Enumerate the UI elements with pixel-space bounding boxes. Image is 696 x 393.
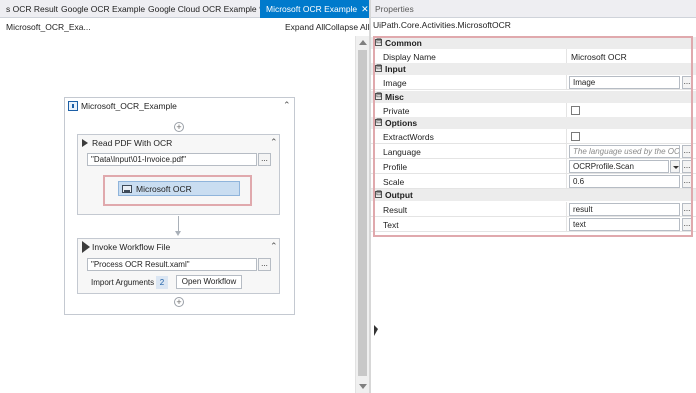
arguments-count-badge: 2 — [156, 276, 168, 289]
expand-all-link[interactable]: Expand All — [285, 22, 325, 32]
designer-header: Microsoft_OCR_Exa... Expand All Collapse… — [0, 18, 370, 36]
import-arguments-button[interactable]: Import Arguments — [91, 278, 154, 287]
browse-button[interactable]: ... — [258, 258, 271, 271]
collapse-icon[interactable]: ⌃ — [270, 241, 278, 252]
tab-google-ocr-example[interactable]: Google OCR Example — [55, 0, 151, 18]
microsoft-ocr-activity[interactable]: Microsoft OCR — [118, 181, 240, 196]
sequence-title: Microsoft_OCR_Example — [81, 101, 177, 111]
browse-button[interactable]: ... — [258, 153, 271, 166]
breadcrumb[interactable]: Microsoft_OCR_Exa... — [6, 22, 91, 32]
scrollbar-thumb[interactable] — [358, 50, 367, 376]
highlight-frame — [373, 36, 693, 237]
activity-title: Read PDF With OCR — [92, 138, 173, 148]
mouse-cursor-icon — [374, 325, 378, 336]
invoke-icon — [82, 241, 90, 253]
open-workflow-button[interactable]: Open Workflow — [176, 275, 242, 289]
designer-scrollbar[interactable] — [355, 36, 369, 393]
scroll-down-icon[interactable] — [359, 384, 367, 389]
activity-header: Invoke Workflow File ⌃ — [78, 239, 279, 254]
collapse-icon[interactable]: ⌃ — [270, 137, 278, 148]
tab-microsoft-ocr-example[interactable]: Microsoft OCR Example ✕ — [260, 0, 375, 18]
file-path-input[interactable]: "Data\Input\01-Invoice.pdf" — [87, 153, 257, 166]
properties-title-bar: Properties — [371, 0, 696, 18]
panel-title: Properties — [375, 4, 414, 14]
activity-type-label: UiPath.Core.Activities.MicrosoftOCR — [373, 20, 511, 30]
activity-title: Microsoft OCR — [136, 184, 192, 194]
add-activity-icon[interactable]: + — [174, 297, 184, 307]
document-tab-bar: s OCR Result Google OCR Example Google C… — [0, 0, 375, 18]
scroll-up-icon[interactable] — [359, 40, 367, 45]
activity-title: Invoke Workflow File — [92, 242, 171, 252]
workflow-file-input[interactable]: "Process OCR Result.xaml" — [87, 258, 257, 271]
ocr-icon — [122, 185, 132, 193]
add-activity-icon[interactable]: + — [174, 122, 184, 132]
collapse-icon[interactable]: ⌃ — [283, 100, 291, 111]
close-icon[interactable]: ✕ — [361, 4, 369, 14]
sequence-header: Microsoft_OCR_Example ⌃ — [65, 98, 294, 114]
sequence-icon — [68, 101, 78, 111]
tab-google-cloud-ocr-example[interactable]: Google Cloud OCR Example * — [142, 0, 268, 18]
activity-header: Read PDF With OCR ⌃ — [78, 135, 279, 150]
connector-arrow-icon — [175, 231, 181, 236]
activity-icon — [82, 139, 88, 147]
collapse-all-link[interactable]: Collapse All — [325, 22, 369, 32]
